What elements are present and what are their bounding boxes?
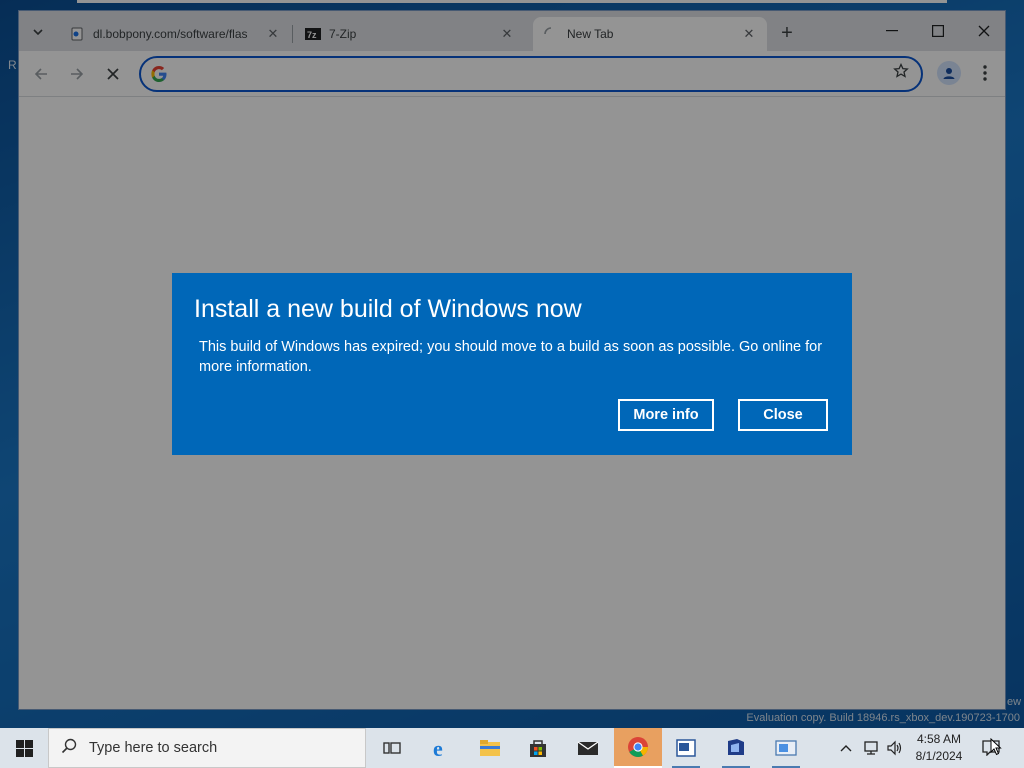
mail-icon[interactable] [564,728,612,768]
taskbar-search-box[interactable]: Type here to search [48,728,366,768]
file-explorer-icon[interactable] [466,728,514,768]
system-clock[interactable]: 4:58 AM 8/1/2024 [908,731,970,765]
task-view-icon[interactable] [368,728,416,768]
start-button[interactable] [0,728,48,768]
mouse-cursor-icon [990,738,1002,756]
chevron-up-icon[interactable] [836,728,856,768]
taskbar: Type here to search e 4:58 AM 8/1/2024 [0,728,1024,768]
volume-icon[interactable] [884,728,906,768]
svg-text:e: e [433,737,443,759]
clock-time: 4:58 AM [916,732,962,746]
windows-expired-dialog: Install a new build of Windows now This … [172,273,852,455]
close-button[interactable]: Close [738,399,828,431]
app-icon[interactable] [662,728,710,768]
app-icon-2[interactable] [712,728,760,768]
windows-logo-icon [15,739,33,757]
edge-icon[interactable]: e [418,728,466,768]
dialog-title: Install a new build of Windows now [194,295,582,323]
app-icon-3[interactable] [762,728,810,768]
network-icon[interactable] [860,728,882,768]
search-placeholder: Type here to search [89,740,218,756]
clock-date: 8/1/2024 [915,749,963,763]
search-icon [49,738,89,759]
dialog-message: This build of Windows has expired; you s… [199,339,823,375]
store-icon[interactable] [514,728,562,768]
more-info-button[interactable]: More info [618,399,714,431]
chrome-icon[interactable] [614,728,662,768]
